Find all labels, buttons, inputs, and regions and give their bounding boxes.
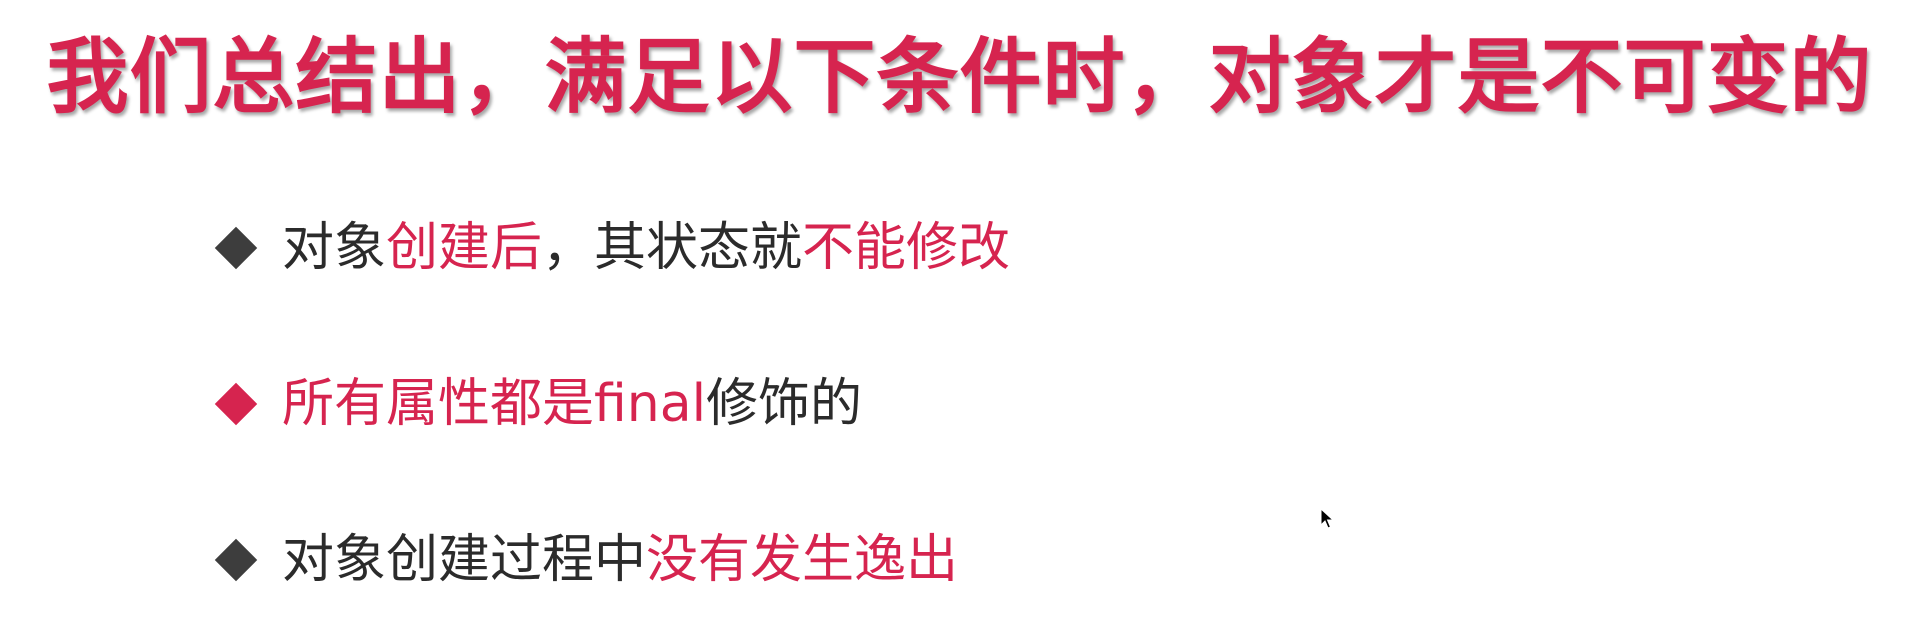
bullet-item-2: 所有属性都是final修饰的 <box>214 364 862 444</box>
bullet-item-3: 对象创建过程中没有发生逸出 <box>214 520 958 600</box>
bullet-item-1: 对象创建后，其状态就不能修改 <box>214 208 1010 288</box>
slide: 我们总结出，满足以下条件时，对象才是不可变的 对象创建后，其状态就不能修改 所有… <box>0 0 1919 630</box>
bullet-text-1: 对象创建后，其状态就不能修改 <box>282 208 1010 288</box>
bullet-2-segment-2: 修饰的 <box>706 374 863 434</box>
bullet-2-segment-1: 所有属性都是final <box>282 374 707 434</box>
bullet-1-segment-2: 创建后 <box>386 218 543 278</box>
bullet-text-2: 所有属性都是final修饰的 <box>282 364 862 444</box>
bullet-1-segment-4: 不能修改 <box>802 218 1011 278</box>
diamond-bullet-icon <box>214 538 258 582</box>
diamond-bullet-icon <box>214 382 258 426</box>
diamond-bullet-icon <box>214 226 258 270</box>
bullet-3-segment-1: 对象创建过程中 <box>282 530 647 590</box>
slide-title: 我们总结出，满足以下条件时，对象才是不可变的 <box>46 30 1873 125</box>
mouse-cursor-icon <box>1320 508 1335 529</box>
bullet-3-segment-2: 没有发生逸出 <box>646 530 959 590</box>
bullet-1-segment-1: 对象 <box>282 218 387 278</box>
bullet-1-segment-3: ，其状态就 <box>542 218 803 278</box>
bullet-text-3: 对象创建过程中没有发生逸出 <box>282 520 958 600</box>
